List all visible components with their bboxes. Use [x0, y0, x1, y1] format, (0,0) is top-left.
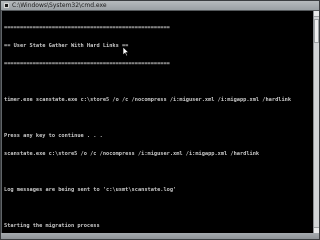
- console-line: Press any key to continue . . .: [4, 133, 103, 139]
- scroll-thumb[interactable]: [314, 19, 319, 43]
- window-bottom-edge: [1, 233, 319, 239]
- console-line: scanstate.exe c:\store5 /o /c /nocompres…: [4, 151, 260, 157]
- console-line: Log messages are being sent to 'c:\usmt\…: [4, 187, 177, 193]
- console-icon: [4, 3, 9, 8]
- console-text: ========================================…: [4, 13, 310, 233]
- console-line: ========================================…: [4, 61, 170, 67]
- console-line: Starting the migration process: [4, 223, 100, 229]
- console-line: timer.exe scanstate.exe c:\store5 /o /c …: [4, 97, 292, 103]
- desktop: C:\Windows\System32\cmd.exe ============…: [0, 0, 320, 240]
- title-bar[interactable]: C:\Windows\System32\cmd.exe: [1, 1, 319, 11]
- console-output[interactable]: ========================================…: [2, 11, 313, 233]
- vertical-scrollbar[interactable]: [313, 11, 319, 233]
- console-line: == User State Gather With Hard Links ==: [4, 43, 129, 49]
- window-title: C:\Windows\System32\cmd.exe: [12, 2, 107, 9]
- cmd-window[interactable]: C:\Windows\System32\cmd.exe ============…: [0, 0, 320, 240]
- console-line: ========================================…: [4, 25, 170, 31]
- scroll-up-button[interactable]: [314, 11, 319, 17]
